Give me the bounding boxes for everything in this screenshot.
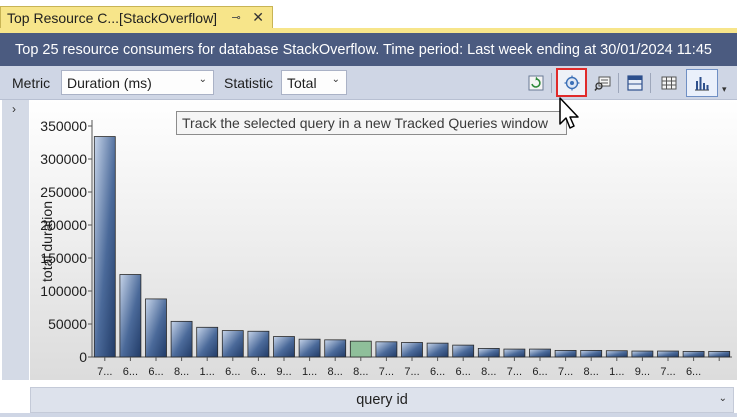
x-tick-label: 1... (200, 366, 215, 378)
x-tick-label: 8... (584, 366, 599, 378)
y-tick-label: 0 (79, 349, 87, 365)
report-header-text: Top 25 resource consumers for database S… (15, 41, 712, 58)
x-tick-label: 1... (302, 366, 317, 378)
chart-bar[interactable] (221, 330, 244, 358)
bar-chart: total duration 0 50000 100000 150000 200000 2… (30, 100, 737, 380)
y-axis-title: total duration (39, 201, 55, 282)
chevron-down-icon: ⌄ (718, 393, 727, 404)
chart-bar[interactable] (93, 136, 116, 358)
x-tick-label: 6... (430, 366, 445, 378)
statistic-dropdown-value: Total (287, 75, 317, 91)
x-tick-label: 9... (635, 366, 650, 378)
track-query-button[interactable] (556, 68, 587, 97)
chart-view-button[interactable] (686, 69, 718, 97)
chart-bar[interactable] (657, 350, 679, 358)
x-tick-label: 8... (174, 366, 189, 378)
y-tick-label: 200000 (40, 217, 87, 233)
tooltip: Track the selected query in a new Tracke… (176, 111, 567, 135)
x-tick-label: 7... (558, 366, 573, 378)
close-icon[interactable]: ✕ (251, 9, 265, 26)
chart-bar[interactable] (529, 348, 551, 358)
statistic-label: Statistic (224, 75, 274, 91)
chart-bar[interactable] (708, 350, 731, 358)
chart-bar[interactable] (401, 342, 423, 358)
chart-bar[interactable] (196, 326, 219, 358)
chart-bar[interactable] (631, 350, 654, 358)
chevron-down-icon: ⌄ (331, 74, 340, 85)
y-tick-label: 100000 (40, 283, 87, 299)
y-tick-label: 300000 (40, 151, 87, 167)
x-tick-label: 1... (609, 366, 624, 378)
chart-bar[interactable] (273, 336, 295, 358)
x-tick-label: 6... (251, 366, 266, 378)
chevron-down-icon: ⌄ (198, 74, 207, 85)
chart-bar[interactable] (426, 342, 449, 358)
chart-bar[interactable] (580, 349, 603, 358)
document-tab[interactable]: Top Resource C...[StackOverflow] ⊸ ✕ (0, 6, 273, 28)
chart-bar[interactable] (247, 330, 270, 358)
x-tick-label: 7... (507, 366, 522, 378)
x-tick-label: 7... (97, 366, 112, 378)
table-view-button[interactable] (657, 71, 681, 95)
x-tick-label: 6... (686, 366, 701, 378)
x-tick-label: 7... (379, 366, 394, 378)
y-tick-label: 150000 (40, 250, 87, 266)
chart-bar[interactable] (145, 298, 167, 358)
x-tick-label: 8... (353, 366, 368, 378)
table-view-icon (661, 76, 677, 90)
toolbar-overflow-icon[interactable]: ▾ (722, 84, 727, 95)
statistic-dropdown[interactable]: Total ⌄ (281, 70, 347, 95)
chart-bar[interactable] (119, 274, 142, 358)
x-axis-title: query id (356, 392, 408, 408)
grid-view-button[interactable] (623, 71, 647, 95)
chart-bar[interactable] (605, 350, 628, 358)
refresh-icon (528, 75, 544, 91)
chart-bar[interactable] (375, 341, 398, 358)
y-tick-label: 250000 (40, 184, 87, 200)
track-query-icon (564, 75, 579, 90)
x-tick-label: 9... (276, 366, 291, 378)
chart-bar[interactable] (682, 350, 705, 358)
x-tick-label: 6... (123, 366, 138, 378)
x-tick-label: 8... (328, 366, 343, 378)
view-plan-button[interactable] (591, 71, 615, 95)
chart-bar[interactable] (503, 348, 526, 358)
expander-strip[interactable]: › (2, 100, 29, 380)
chart-bar[interactable] (477, 348, 500, 358)
chart-bar[interactable] (554, 349, 577, 358)
report-header: Top 25 resource consumers for database S… (0, 33, 737, 66)
refresh-button[interactable] (524, 71, 548, 95)
y-tick-label: 350000 (40, 118, 87, 134)
bottom-strip (0, 413, 737, 417)
toolbar: Metric Duration (ms) ⌄ Statistic Total ⌄ (0, 66, 737, 100)
metric-label: Metric (12, 75, 51, 91)
pin-icon[interactable]: ⊸ (229, 11, 243, 24)
grid-view-icon (627, 75, 643, 91)
tab-title: Top Resource C...[StackOverflow] (7, 9, 218, 26)
chart-bar[interactable] (298, 338, 321, 358)
metric-dropdown-value: Duration (ms) (67, 75, 152, 91)
x-tick-label: 6... (456, 366, 471, 378)
mouse-cursor-icon (559, 97, 579, 129)
view-plan-icon (594, 76, 611, 91)
chart-bar[interactable] (170, 320, 193, 358)
chart-view-icon (695, 77, 709, 91)
x-tick-label: 6... (225, 366, 240, 378)
chart-bar[interactable] (452, 344, 475, 358)
x-tick-label: 7... (660, 366, 675, 378)
x-tick-label: 7... (404, 366, 419, 378)
tab-strip: Top Resource C...[StackOverflow] ⊸ ✕ (0, 0, 737, 28)
toolbar-separator (650, 73, 651, 93)
toolbar-separator (618, 73, 619, 93)
y-tick-label: 50000 (48, 316, 87, 332)
metric-dropdown[interactable]: Duration (ms) ⌄ (61, 70, 214, 95)
x-axis-dropdown[interactable]: query id ⌄ (30, 387, 734, 413)
chevron-right-icon: › (12, 102, 16, 116)
x-tick-label: 6... (532, 366, 547, 378)
chart-bar[interactable] (324, 339, 347, 358)
x-tick-label: 6... (148, 366, 163, 378)
toolbar-separator (551, 73, 552, 93)
x-tick-label: 8... (481, 366, 496, 378)
chart-bar[interactable] (349, 340, 372, 358)
